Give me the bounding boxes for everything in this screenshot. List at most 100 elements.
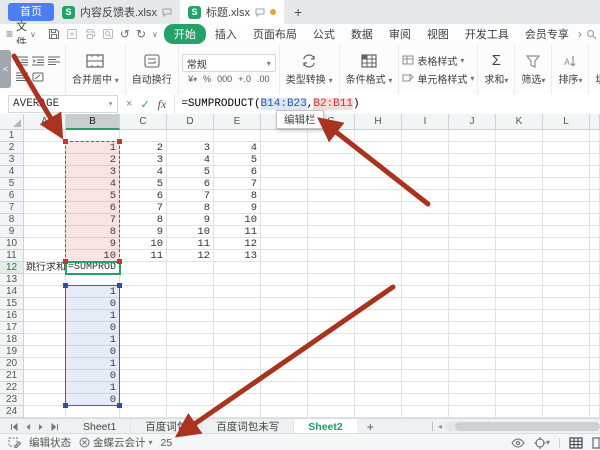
column-header-H[interactable]: H: [355, 114, 402, 130]
cell-J3[interactable]: [449, 154, 496, 166]
cell-G18[interactable]: [308, 334, 355, 346]
cell-A12[interactable]: 跳行求和: [24, 262, 66, 274]
cell-D21[interactable]: [167, 370, 214, 382]
cell-G17[interactable]: [308, 322, 355, 334]
cell-C23[interactable]: [120, 394, 167, 406]
cell-I21[interactable]: [402, 370, 449, 382]
cell-C3[interactable]: 3: [120, 154, 167, 166]
cell-C10[interactable]: 10: [120, 238, 167, 250]
cell-A4[interactable]: [24, 166, 66, 178]
cell-H20[interactable]: [355, 358, 402, 370]
row-header-15[interactable]: 15: [0, 298, 24, 310]
cell-B18[interactable]: 1: [66, 334, 120, 346]
cell-D2[interactable]: 3: [167, 142, 214, 154]
cell-I5[interactable]: [402, 178, 449, 190]
cell-J6[interactable]: [449, 190, 496, 202]
cell-G19[interactable]: [308, 346, 355, 358]
cell-F15[interactable]: [261, 298, 308, 310]
cell-K15[interactable]: [496, 298, 543, 310]
cell-I4[interactable]: [402, 166, 449, 178]
formula-input[interactable]: =SUMPRODUCT(B14:B23,B2:B11): [174, 94, 600, 114]
cell-G6[interactable]: [308, 190, 355, 202]
cell-L22[interactable]: [543, 382, 590, 394]
cell-H17[interactable]: [355, 322, 402, 334]
export-icon[interactable]: [66, 28, 78, 40]
cell-E17[interactable]: [214, 322, 261, 334]
cell-E10[interactable]: 12: [214, 238, 261, 250]
cell-D22[interactable]: [167, 382, 214, 394]
cell-B12[interactable]: =SUMPROD: [66, 262, 120, 274]
fill-button[interactable]: 填充▾: [592, 51, 600, 87]
cell-C22[interactable]: [120, 382, 167, 394]
column-header-L[interactable]: L: [543, 114, 590, 130]
cell-J11[interactable]: [449, 250, 496, 262]
menu-item-审阅[interactable]: 审阅: [382, 24, 418, 44]
cell-J12[interactable]: [449, 262, 496, 274]
cell-H9[interactable]: [355, 226, 402, 238]
menu-item-插入[interactable]: 插入: [208, 24, 244, 44]
row-header-14[interactable]: 14: [0, 286, 24, 298]
percent-button[interactable]: %: [203, 74, 211, 84]
cell-I12[interactable]: [402, 262, 449, 274]
cell-A7[interactable]: [24, 202, 66, 214]
cell-E12[interactable]: [214, 262, 261, 274]
sum-button[interactable]: Σ 求和▾: [481, 51, 511, 87]
cell-B13[interactable]: [66, 274, 120, 286]
row-header-4[interactable]: 4: [0, 166, 24, 178]
cell-H23[interactable]: [355, 394, 402, 406]
cell-L2[interactable]: [543, 142, 590, 154]
cell-K21[interactable]: [496, 370, 543, 382]
scroll-left-icon[interactable]: ◂: [438, 422, 442, 431]
cell-A22[interactable]: [24, 382, 66, 394]
cell-H18[interactable]: [355, 334, 402, 346]
cell-H12[interactable]: [355, 262, 402, 274]
doc-tab-1[interactable]: S 内容反馈表.xlsx: [54, 0, 180, 24]
cell-H7[interactable]: [355, 202, 402, 214]
cell-A3[interactable]: [24, 154, 66, 166]
cell-H16[interactable]: [355, 310, 402, 322]
cell-D6[interactable]: 7: [167, 190, 214, 202]
cell-F7[interactable]: [261, 202, 308, 214]
cell-K6[interactable]: [496, 190, 543, 202]
cell-C14[interactable]: [120, 286, 167, 298]
cell-A11[interactable]: [24, 250, 66, 262]
menu-item-会员专享[interactable]: 会员专享: [518, 24, 576, 44]
cell-I11[interactable]: [402, 250, 449, 262]
cell-D7[interactable]: 8: [167, 202, 214, 214]
cell-B3[interactable]: 2: [66, 154, 120, 166]
preview-icon[interactable]: [102, 28, 114, 40]
print-icon[interactable]: [84, 28, 96, 40]
cell-E18[interactable]: [214, 334, 261, 346]
cell-J2[interactable]: [449, 142, 496, 154]
cell-G20[interactable]: [308, 358, 355, 370]
cell-J9[interactable]: [449, 226, 496, 238]
column-header-B[interactable]: B: [66, 114, 120, 130]
cell-B5[interactable]: 4: [66, 178, 120, 190]
row-header-2[interactable]: 2: [0, 142, 24, 154]
cell-F6[interactable]: [261, 190, 308, 202]
cell-J24[interactable]: [449, 406, 496, 418]
cell-C19[interactable]: [120, 346, 167, 358]
cell-F1[interactable]: [261, 130, 308, 142]
cell-E22[interactable]: [214, 382, 261, 394]
cell-J20[interactable]: [449, 358, 496, 370]
number-format-dropdown[interactable]: 常规 ▾: [182, 54, 276, 72]
row-header-5[interactable]: 5: [0, 178, 24, 190]
cell-D23[interactable]: [167, 394, 214, 406]
cell-F20[interactable]: [261, 358, 308, 370]
cell-A8[interactable]: [24, 214, 66, 226]
cell-F9[interactable]: [261, 226, 308, 238]
cell-B19[interactable]: 0: [66, 346, 120, 358]
cell-C20[interactable]: [120, 358, 167, 370]
add-sheet-button[interactable]: +: [357, 420, 384, 434]
row-header-6[interactable]: 6: [0, 190, 24, 202]
cell-G21[interactable]: [308, 370, 355, 382]
cell-A21[interactable]: [24, 370, 66, 382]
save-icon[interactable]: [48, 28, 60, 40]
cell-A23[interactable]: [24, 394, 66, 406]
cell-A20[interactable]: [24, 358, 66, 370]
select-all-button[interactable]: [0, 114, 24, 130]
collapse-panel-button[interactable]: <: [0, 50, 11, 88]
cell-I10[interactable]: [402, 238, 449, 250]
cell-I18[interactable]: [402, 334, 449, 346]
